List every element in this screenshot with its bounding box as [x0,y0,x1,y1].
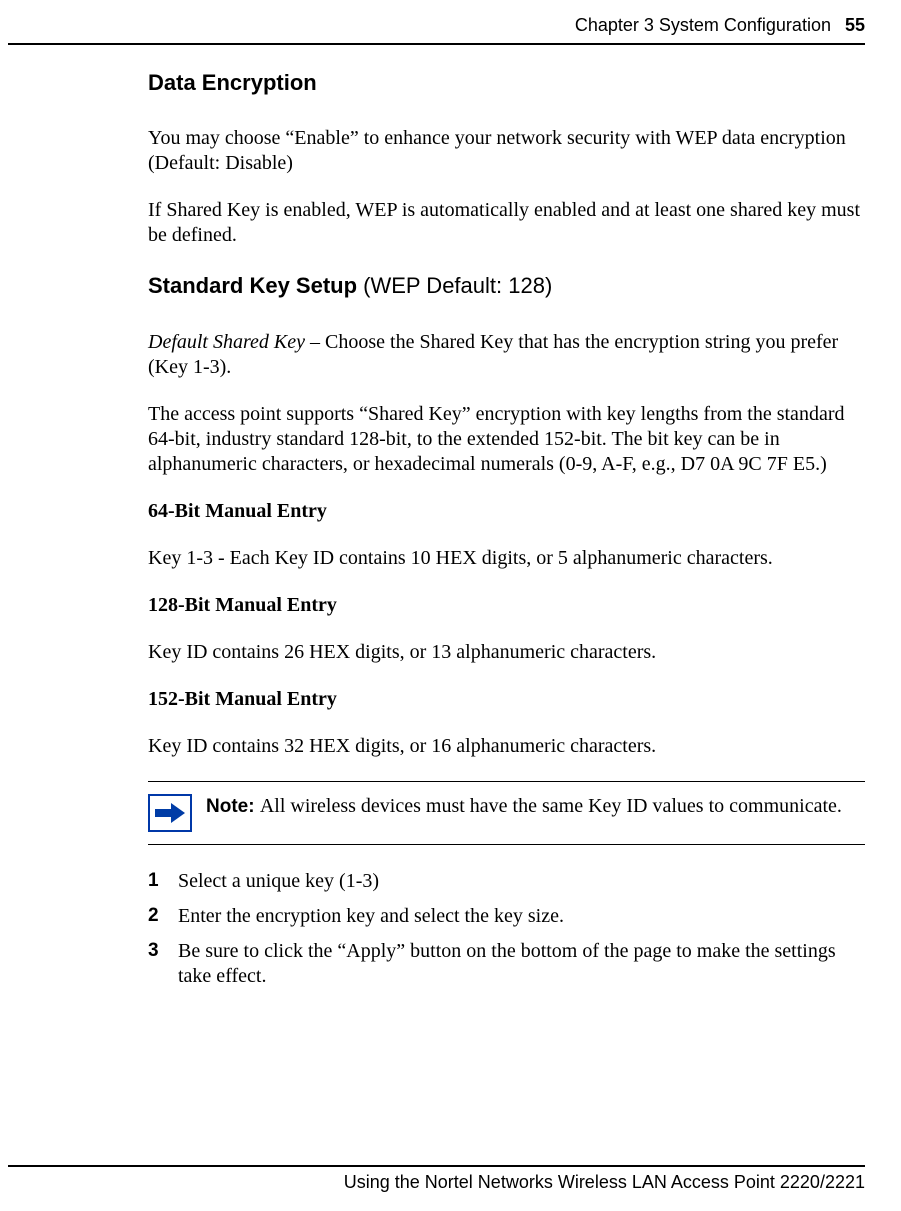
paragraph: Key ID contains 32 HEX digits, or 16 alp… [148,734,865,759]
text: You may choose “Enable” to enhance your … [148,127,846,149]
list-item: Select a unique key (1-3) [148,869,865,894]
note-body: All wireless devices must have the same … [260,795,842,817]
paragraph: If Shared Key is enabled, WEP is automat… [148,198,865,248]
title-bold: Standard Key Setup [148,273,363,298]
title-regular: (WEP Default: 128) [363,273,552,298]
footer-rule [8,1165,865,1167]
paragraph: The access point supports “Shared Key” e… [148,402,865,477]
subheading-128bit: 128-Bit Manual Entry [148,593,865,618]
section-title-data-encryption: Data Encryption [148,69,865,97]
steps-list: Select a unique key (1-3) Enter the encr… [148,869,865,989]
page-content: Data Encryption You may choose “Enable” … [148,45,865,990]
note-block: Note: All wireless devices must have the… [148,781,865,845]
paragraph: Default Shared Key – Choose the Shared K… [148,330,865,380]
paragraph: Key ID contains 26 HEX digits, or 13 alp… [148,640,865,665]
list-item: Enter the encryption key and select the … [148,904,865,929]
paragraph: Key 1-3 - Each Key ID contains 10 HEX di… [148,546,865,571]
subheading-152bit: 152-Bit Manual Entry [148,687,865,712]
header-chapter: Chapter 3 System Configuration [575,14,831,37]
text: (Default: Disable) [148,152,293,174]
page-header: Chapter 3 System Configuration 55 [0,0,901,43]
list-item: Be sure to click the “Apply” button on t… [148,939,865,989]
note-text: Note: All wireless devices must have the… [206,794,842,819]
step-text: Select a unique key (1-3) [178,869,379,894]
section-title-standard-key-setup: Standard Key Setup (WEP Default: 128) [148,272,865,300]
note-label: Note: [206,796,260,817]
step-text: Enter the encryption key and select the … [178,904,564,929]
subheading-64bit: 64-Bit Manual Entry [148,499,865,524]
header-page-number: 55 [845,14,865,37]
page-footer: Using the Nortel Networks Wireless LAN A… [8,1165,865,1194]
paragraph: You may choose “Enable” to enhance your … [148,126,865,176]
arrow-right-icon [148,794,192,832]
step-text: Be sure to click the “Apply” button on t… [178,939,865,989]
italic-text: Default Shared Key [148,331,305,353]
footer-text: Using the Nortel Networks Wireless LAN A… [8,1171,865,1194]
